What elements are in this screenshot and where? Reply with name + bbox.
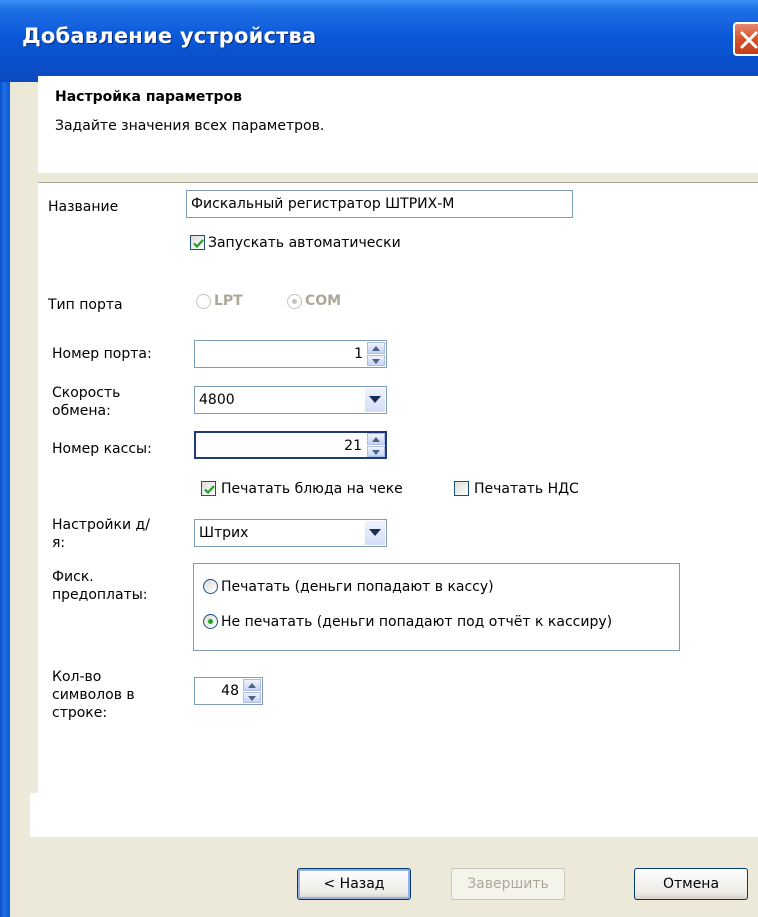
step-title: Настройка параметров — [55, 89, 242, 105]
header-panel: Настройка параметров Задайте значения вс… — [38, 76, 758, 173]
register-number-down-button[interactable] — [367, 445, 385, 457]
register-number-stepper[interactable]: 21 — [194, 431, 387, 459]
checkmark-icon — [193, 239, 204, 249]
fisc-prepay-label: Фиск. предоплаты: — [52, 569, 148, 603]
chars-per-line-stepper[interactable]: 48 — [194, 677, 263, 705]
name-label: Название — [48, 199, 119, 215]
port-type-lpt-label: LPT — [214, 293, 243, 309]
port-type-label: Тип порта — [48, 297, 123, 313]
print-vat-label: Печатать НДС — [474, 481, 579, 497]
close-button[interactable] — [733, 22, 758, 56]
step-subtitle: Задайте значения всех параметров. — [55, 118, 325, 134]
arrow-down-icon — [248, 695, 256, 701]
baud-dropdown-button[interactable] — [365, 388, 385, 412]
chars-up-button[interactable] — [243, 679, 261, 691]
arrow-up-icon — [372, 346, 380, 351]
dialog-window: Добавление устройства Настройка параметр… — [0, 0, 758, 917]
window-title: Добавление устройства — [22, 24, 317, 48]
chevron-down-icon — [369, 396, 381, 403]
radio-dot — [208, 619, 213, 624]
print-vat-checkbox[interactable] — [454, 481, 469, 496]
chars-per-line-label: Кол-во символов в строке: — [52, 669, 135, 721]
port-number-down-button[interactable] — [367, 354, 385, 366]
checkmark-icon — [204, 485, 215, 495]
print-dishes-checkbox[interactable] — [201, 481, 216, 496]
port-type-com-label: COM — [305, 293, 342, 309]
header-divider — [38, 173, 758, 183]
arrow-up-icon — [372, 437, 380, 442]
title-bar[interactable]: Добавление устройства — [0, 0, 758, 82]
autostart-checkbox[interactable] — [190, 235, 205, 250]
back-button[interactable]: < Назад — [297, 868, 411, 900]
fisc-prepay-group — [193, 563, 680, 651]
baud-select[interactable]: 4800 — [194, 386, 387, 414]
baud-label: Скорость обмена: — [52, 385, 121, 419]
port-type-lpt-radio[interactable] — [196, 294, 211, 309]
fisc-no-print-label: Не печатать (деньги попадают под отчёт к… — [221, 614, 613, 630]
register-number-label: Номер кассы: — [52, 441, 152, 457]
close-icon — [740, 31, 758, 49]
content-panel-lower — [30, 793, 758, 837]
cancel-button[interactable]: Отмена — [634, 868, 748, 900]
port-number-up-button[interactable] — [367, 342, 385, 354]
autostart-label: Запускать автоматически — [208, 235, 401, 251]
port-number-value: 1 — [354, 346, 363, 362]
radio-dot — [292, 299, 297, 304]
settings-dy-dropdown-button[interactable] — [365, 521, 385, 545]
fisc-print-label: Печатать (деньги попадают в кассу) — [221, 579, 494, 595]
fisc-print-radio[interactable] — [203, 579, 218, 594]
baud-value: 4800 — [199, 392, 235, 408]
finish-button[interactable]: Завершить — [451, 868, 565, 900]
port-number-stepper[interactable]: 1 — [194, 340, 387, 368]
chars-down-button[interactable] — [243, 691, 261, 703]
window-left-border — [0, 82, 10, 917]
arrow-down-icon — [372, 449, 380, 455]
arrow-up-icon — [248, 683, 256, 688]
port-type-com-radio[interactable] — [287, 294, 302, 309]
settings-dy-select[interactable]: Штрих — [194, 519, 387, 547]
chars-per-line-value: 48 — [221, 683, 239, 699]
settings-dy-value: Штрих — [199, 525, 249, 541]
register-number-value: 21 — [344, 438, 362, 454]
name-input[interactable]: Фискальный регистратор ШТРИХ-М — [186, 190, 573, 218]
register-number-up-button[interactable] — [367, 433, 385, 445]
fisc-no-print-radio[interactable] — [203, 614, 218, 629]
arrow-down-icon — [372, 358, 380, 364]
settings-dy-label: Настройки д/я: — [52, 517, 150, 551]
print-dishes-label: Печатать блюда на чеке — [221, 481, 403, 497]
chevron-down-icon — [369, 529, 381, 536]
port-number-label: Номер порта: — [52, 346, 152, 362]
